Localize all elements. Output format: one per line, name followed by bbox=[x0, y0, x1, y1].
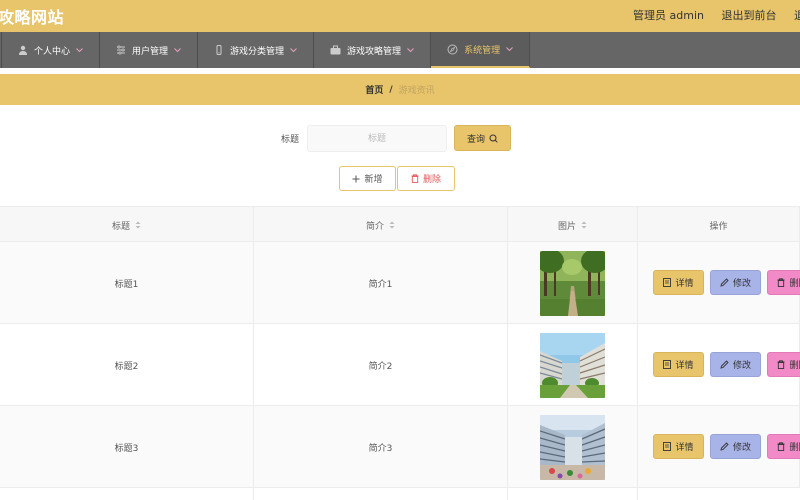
column-header-title[interactable]: 标题 bbox=[0, 207, 254, 243]
breadcrumb: 首页 / 游戏资讯 bbox=[0, 74, 800, 105]
search-label: 标题 bbox=[281, 135, 300, 145]
row-actions: 详情 修改 删除 bbox=[653, 434, 800, 459]
table-row bbox=[0, 488, 800, 500]
nav-item-system-management[interactable]: 系统管理 bbox=[431, 32, 531, 68]
row-actions: 详情 修改 删除 bbox=[653, 270, 800, 295]
document-icon bbox=[663, 278, 672, 287]
campus-courtyard-image bbox=[540, 332, 605, 398]
nav-item-personal-center[interactable]: 个人中心 bbox=[2, 32, 101, 68]
data-table: 标题 简介 图片 操作 标题1 简介1 详情 修改 删 标题2 简介2 详情 修… bbox=[0, 206, 800, 500]
chevron-down-icon bbox=[290, 47, 297, 53]
top-header: 攻略网站 管理员 admin 退出到前台 退出 bbox=[0, 0, 800, 32]
edit-button[interactable]: 修改 bbox=[710, 270, 761, 295]
sort-icon bbox=[389, 221, 395, 229]
row-actions: 详情 修改 删除 bbox=[653, 352, 800, 377]
sort-icon bbox=[581, 221, 587, 229]
batch-delete-button[interactable]: 删除 bbox=[397, 166, 455, 191]
plus-icon bbox=[352, 175, 360, 183]
search-icon bbox=[489, 134, 498, 143]
query-button[interactable]: 查询 bbox=[454, 125, 511, 151]
table-header: 标题 简介 图片 操作 bbox=[0, 206, 800, 243]
person-icon bbox=[18, 45, 28, 55]
chevron-down-icon bbox=[76, 47, 83, 53]
breadcrumb-separator: / bbox=[389, 84, 393, 95]
delete-button[interactable]: 删除 bbox=[767, 434, 800, 459]
trash-icon bbox=[777, 360, 785, 369]
search-input[interactable] bbox=[307, 125, 447, 152]
briefcase-icon bbox=[330, 45, 341, 55]
cell-intro: 简介3 bbox=[254, 406, 508, 488]
pencil-icon bbox=[720, 278, 729, 287]
site-title: 攻略网站 bbox=[0, 8, 65, 27]
table-row: 标题2 简介2 详情 修改 删 bbox=[0, 324, 800, 406]
nav-item-game-category-management[interactable]: 游戏分类管理 bbox=[198, 32, 315, 68]
admin-label: 管理员 admin bbox=[633, 9, 704, 22]
sliders-icon bbox=[116, 45, 126, 55]
sort-icon bbox=[135, 221, 141, 229]
document-icon bbox=[663, 442, 672, 451]
delete-button[interactable]: 删除 bbox=[767, 352, 800, 377]
campus-building-image bbox=[540, 414, 605, 480]
detail-button[interactable]: 详情 bbox=[653, 270, 704, 295]
header-user-area: 管理员 admin 退出到前台 退出 bbox=[619, 7, 800, 23]
edit-button[interactable]: 修改 bbox=[710, 352, 761, 377]
compass-icon bbox=[447, 44, 458, 55]
cell-intro: 简介2 bbox=[254, 324, 508, 406]
column-header-intro[interactable]: 简介 bbox=[254, 207, 508, 243]
table-row: 标题1 简介1 详情 修改 删 bbox=[0, 242, 800, 324]
chevron-down-icon bbox=[506, 46, 513, 52]
logout-link[interactable]: 退出 bbox=[794, 9, 800, 22]
cell-title: 标题2 bbox=[0, 324, 254, 406]
nav-item-game-guide-management[interactable]: 游戏攻略管理 bbox=[314, 32, 432, 68]
main-nav: 个人中心 用户管理 游戏分类管理 游戏攻略管理 系统管理 bbox=[0, 32, 800, 68]
chevron-down-icon bbox=[174, 47, 181, 53]
column-header-image[interactable]: 图片 bbox=[508, 207, 638, 243]
cell-intro: 简介1 bbox=[254, 242, 508, 324]
breadcrumb-home[interactable]: 首页 bbox=[365, 83, 383, 96]
table-row: 标题3 简介3 详情 修改 删 bbox=[0, 406, 800, 488]
trash-icon bbox=[777, 442, 785, 451]
document-icon bbox=[663, 360, 672, 369]
chevron-down-icon bbox=[407, 47, 414, 53]
detail-button[interactable]: 详情 bbox=[653, 352, 704, 377]
nav-item-user-management[interactable]: 用户管理 bbox=[100, 32, 199, 68]
trash-icon bbox=[777, 278, 785, 287]
delete-button[interactable]: 删除 bbox=[767, 270, 800, 295]
pencil-icon bbox=[720, 442, 729, 451]
column-header-actions: 操作 bbox=[638, 207, 800, 243]
edit-button[interactable]: 修改 bbox=[710, 434, 761, 459]
pencil-icon bbox=[720, 360, 729, 369]
cell-title: 标题1 bbox=[0, 242, 254, 324]
cell-title: 标题3 bbox=[0, 406, 254, 488]
back-to-front-link[interactable]: 退出到前台 bbox=[722, 9, 777, 22]
phone-icon bbox=[214, 45, 224, 55]
trash-icon bbox=[411, 174, 419, 183]
detail-button[interactable]: 详情 bbox=[653, 434, 704, 459]
add-button[interactable]: 新增 bbox=[339, 166, 396, 191]
park-trees-image bbox=[540, 250, 605, 316]
breadcrumb-current: 游戏资讯 bbox=[398, 86, 435, 96]
